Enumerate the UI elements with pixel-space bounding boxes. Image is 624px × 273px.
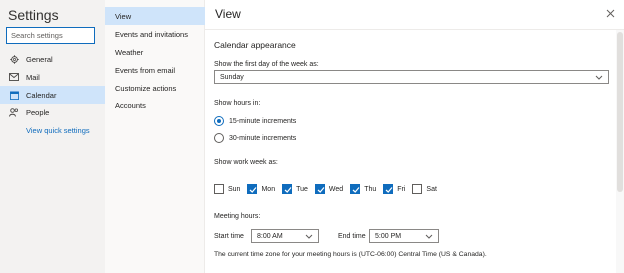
settings-title: Settings: [8, 7, 59, 23]
day-label: Thu: [364, 185, 377, 193]
day-thu[interactable]: Thu: [350, 184, 376, 194]
panel-title: View: [215, 7, 241, 21]
sidebar-item-label: General: [26, 54, 53, 64]
sidebar-item-people[interactable]: People: [0, 103, 105, 121]
work-week-days: Sun Mon Tue Wed Thu Fri Sat: [214, 184, 444, 194]
day-sun[interactable]: Sun: [214, 184, 240, 194]
day-sat[interactable]: Sat: [412, 184, 437, 194]
checkbox-checked[interactable]: [350, 184, 361, 194]
radio-15-minute[interactable]: 15-minute increments: [214, 116, 296, 126]
end-time-dropdown[interactable]: 5:00 PM: [369, 229, 439, 243]
close-icon[interactable]: [606, 9, 615, 18]
start-time-value: 8:00 AM: [257, 232, 283, 240]
chevron-down-icon: [305, 233, 313, 240]
day-wed[interactable]: Wed: [314, 184, 344, 194]
start-time-dropdown[interactable]: 8:00 AM: [251, 229, 319, 243]
first-day-label: Show the first day of the week as:: [214, 61, 319, 68]
subnav-item-view[interactable]: View: [105, 7, 205, 25]
header-divider: [205, 29, 624, 30]
first-day-dropdown[interactable]: Sunday: [214, 70, 609, 84]
radio-button-selected[interactable]: [214, 116, 224, 126]
end-time-label: End time: [338, 233, 366, 240]
start-time-label: Start time: [214, 233, 244, 240]
view-quick-settings-link[interactable]: View quick settings: [26, 126, 90, 135]
radio-label: 15-minute increments: [229, 117, 297, 125]
checkbox[interactable]: [412, 184, 423, 194]
day-label: Wed: [328, 185, 344, 193]
radio-button[interactable]: [214, 133, 224, 143]
calendar-subnav: View Events and invitations Weather Even…: [105, 0, 205, 273]
radio-30-minute[interactable]: 30-minute increments: [214, 133, 296, 143]
view-settings-panel: View Calendar appearance Show the first …: [205, 0, 624, 273]
checkbox-checked[interactable]: [383, 184, 394, 194]
settings-sidebar: Settings General Mail Calendar People Vi…: [0, 0, 105, 273]
radio-label: 30-minute increments: [229, 134, 297, 142]
meeting-hours-label: Meeting hours:: [214, 213, 261, 220]
sidebar-item-label: Mail: [26, 72, 40, 82]
sidebar-item-label: Calendar: [26, 90, 57, 100]
people-icon: [9, 107, 19, 117]
first-day-value: Sunday: [220, 73, 244, 81]
checkbox-checked[interactable]: [314, 184, 325, 194]
checkbox-checked[interactable]: [247, 184, 258, 194]
subnav-item-weather[interactable]: Weather: [105, 43, 205, 61]
gear-icon: [9, 54, 19, 64]
day-fri[interactable]: Fri: [383, 184, 405, 194]
day-mon[interactable]: Mon: [247, 184, 275, 194]
sidebar-item-label: People: [26, 107, 50, 117]
sidebar-item-calendar[interactable]: Calendar: [0, 86, 105, 104]
day-label: Fri: [397, 185, 406, 193]
timezone-note: The current time zone for your meeting h…: [214, 251, 487, 258]
checkbox-checked[interactable]: [282, 184, 293, 194]
search-settings-input[interactable]: [6, 27, 95, 44]
calendar-icon: [9, 90, 19, 100]
subnav-item-events-from-email[interactable]: Events from email: [105, 61, 205, 79]
day-label: Sun: [228, 185, 241, 193]
chevron-down-icon: [595, 74, 603, 81]
day-label: Mon: [261, 185, 276, 193]
mail-icon: [9, 72, 19, 82]
chevron-down-icon: [425, 233, 433, 240]
section-title: Calendar appearance: [214, 40, 296, 50]
checkbox[interactable]: [214, 184, 224, 194]
end-time-value: 5:00 PM: [375, 232, 402, 240]
sidebar-item-mail[interactable]: Mail: [0, 68, 105, 86]
hours-label: Show hours in:: [214, 100, 261, 107]
work-week-label: Show work week as:: [214, 159, 278, 166]
subnav-item-events-and-invitations[interactable]: Events and invitations: [105, 25, 205, 43]
day-label: Sat: [426, 185, 437, 193]
subnav-item-accounts[interactable]: Accounts: [105, 96, 205, 114]
day-label: Tue: [296, 185, 308, 193]
subnav-item-customize-actions[interactable]: Customize actions: [105, 79, 205, 97]
day-tue[interactable]: Tue: [282, 184, 308, 194]
scrollbar-thumb[interactable]: [617, 32, 623, 192]
sidebar-item-general[interactable]: General: [0, 50, 105, 68]
